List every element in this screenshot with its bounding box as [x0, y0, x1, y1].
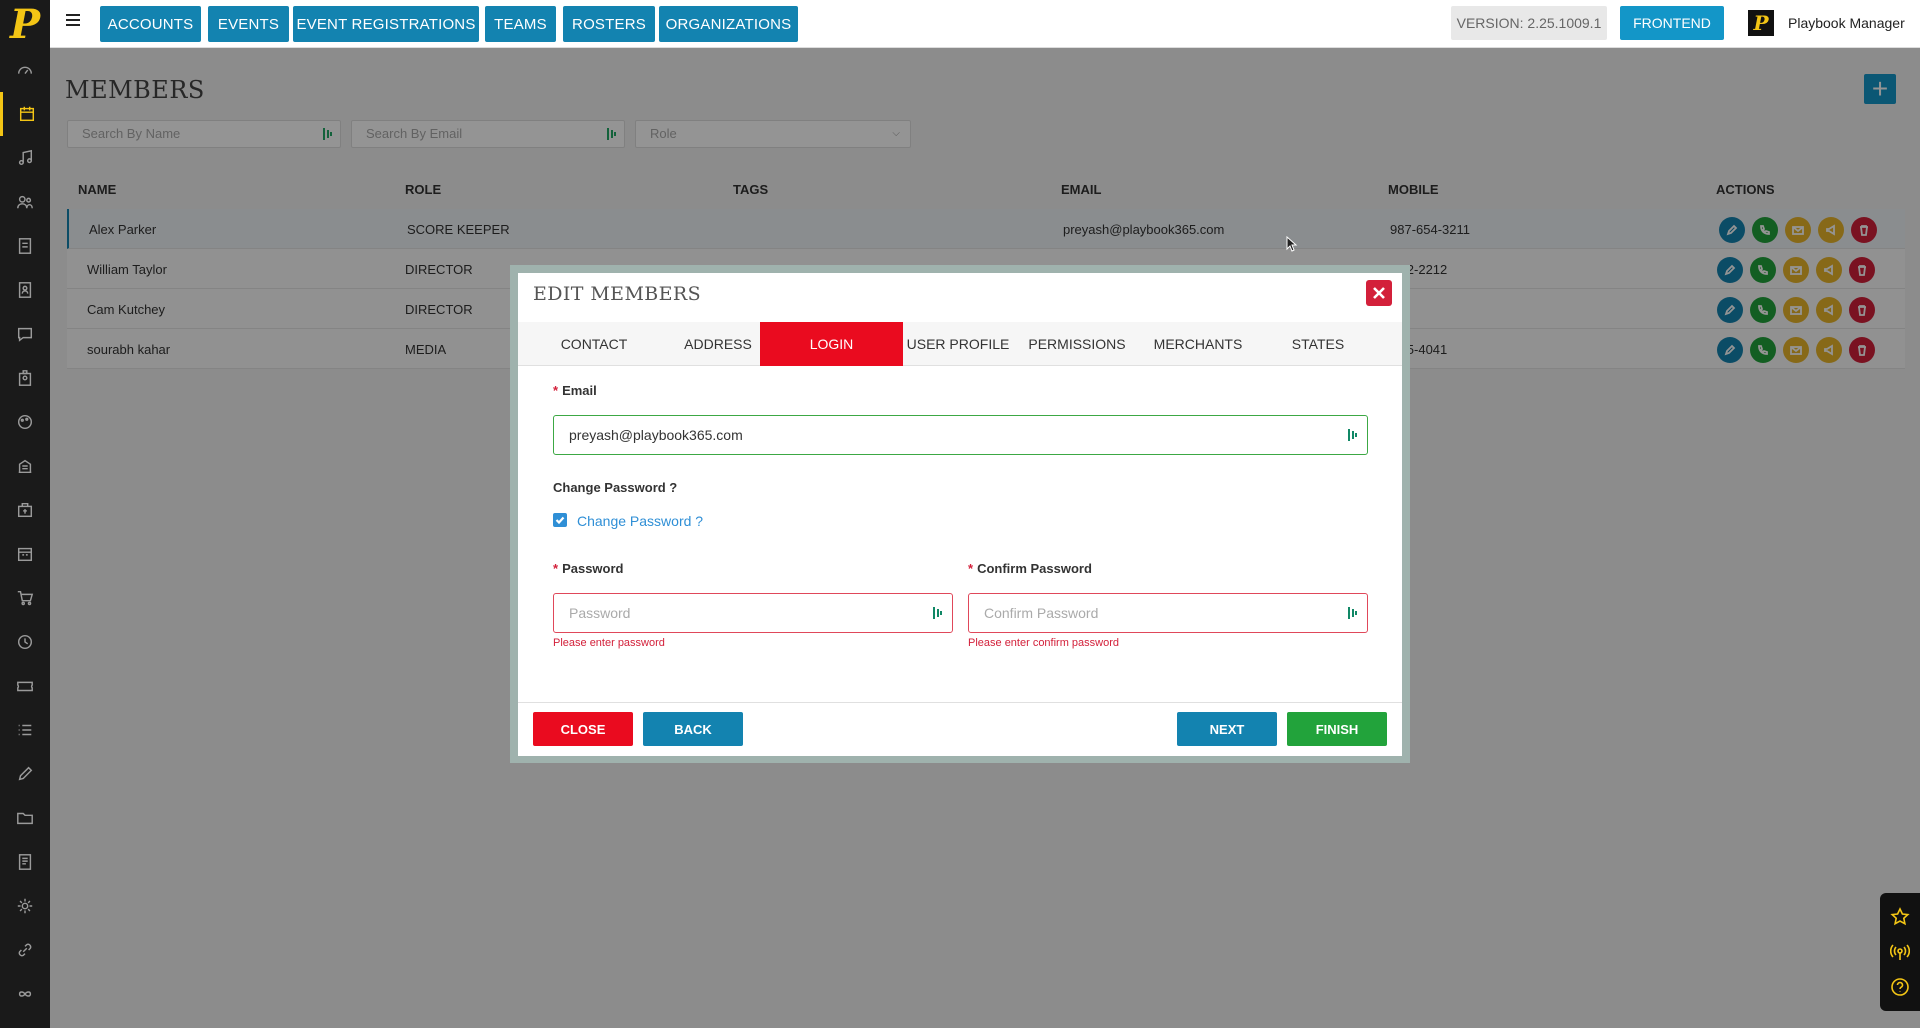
tab-permissions[interactable]: PERMISSIONS — [1018, 322, 1136, 366]
floating-help-bar — [1880, 893, 1920, 1011]
nav-teams[interactable]: TEAMS — [485, 6, 556, 42]
modal-title: EDIT MEMBERS — [533, 283, 702, 305]
menu-icon[interactable] — [66, 14, 80, 28]
user-menu[interactable]: P Playbook Manager — [1748, 10, 1905, 36]
password-label: * Password — [553, 561, 624, 576]
chat-icon[interactable] — [0, 312, 50, 356]
document-icon[interactable] — [0, 224, 50, 268]
clock-icon[interactable] — [0, 620, 50, 664]
email-field[interactable]: preyash@playbook365.com — [553, 415, 1368, 455]
tab-user-profile[interactable]: USER PROFILE — [903, 322, 1013, 366]
left-sidebar: P — [0, 0, 50, 1028]
palette-icon[interactable] — [0, 400, 50, 444]
folder-icon[interactable] — [0, 796, 50, 840]
modal-tabs: CONTACT ADDRESS LOGIN USER PROFILE PERMI… — [518, 322, 1402, 366]
tab-login[interactable]: LOGIN — [760, 322, 903, 366]
nav-events[interactable]: EVENTS — [208, 6, 289, 42]
nav-accounts[interactable]: ACCOUNTS — [100, 6, 201, 42]
help-icon[interactable] — [1890, 977, 1910, 997]
edit-members-modal: EDIT MEMBERS CONTACT ADDRESS LOGIN USER … — [518, 273, 1402, 756]
user-name: Playbook Manager — [1788, 15, 1905, 31]
list-icon[interactable] — [0, 708, 50, 752]
dashboard-icon[interactable] — [0, 48, 50, 92]
ticket-icon[interactable] — [0, 664, 50, 708]
tab-merchants[interactable]: MERCHANTS — [1143, 322, 1253, 366]
finish-button[interactable]: FINISH — [1287, 712, 1387, 746]
keyboard-icon — [933, 607, 942, 619]
close-button[interactable]: CLOSE — [533, 712, 633, 746]
tab-states[interactable]: STATES — [1263, 322, 1373, 366]
briefcase-icon[interactable] — [0, 488, 50, 532]
infinity-icon[interactable] — [0, 972, 50, 1016]
calendar-icon[interactable] — [0, 92, 50, 136]
password-field[interactable]: Password — [553, 593, 953, 633]
music-icon[interactable] — [0, 136, 50, 180]
nav-event-registrations[interactable]: EVENT REGISTRATIONS — [293, 6, 479, 42]
next-button[interactable]: NEXT — [1177, 712, 1277, 746]
confirm-password-label: * Confirm Password — [968, 561, 1092, 576]
change-password-heading: Change Password ? — [553, 480, 678, 495]
schedule-icon[interactable] — [0, 532, 50, 576]
sidebar-icons — [0, 48, 50, 1016]
password-error: Please enter password — [553, 637, 665, 649]
link-icon[interactable] — [0, 928, 50, 972]
users-icon[interactable] — [0, 180, 50, 224]
report-icon[interactable] — [0, 840, 50, 884]
confirm-password-error: Please enter confirm password — [968, 637, 1120, 649]
change-password-checkbox-label[interactable]: Change Password ? — [577, 513, 703, 529]
email-value: preyash@playbook365.com — [569, 427, 743, 443]
nav-organizations[interactable]: ORGANIZATIONS — [659, 6, 798, 42]
badge-icon[interactable] — [0, 356, 50, 400]
change-password-checkbox[interactable] — [553, 513, 567, 527]
close-icon[interactable] — [1366, 280, 1392, 306]
cart-icon[interactable] — [0, 576, 50, 620]
back-button[interactable]: BACK — [643, 712, 743, 746]
app-logo[interactable]: P — [0, 0, 50, 48]
top-navbar: ACCOUNTS EVENTS EVENT REGISTRATIONS TEAM… — [50, 0, 1920, 48]
building-icon[interactable] — [0, 444, 50, 488]
pencil-icon[interactable] — [0, 752, 50, 796]
confirm-password-field[interactable]: Confirm Password — [968, 593, 1368, 633]
version-badge: VERSION: 2.25.1009.1 — [1451, 6, 1607, 40]
broadcast-icon[interactable] — [1890, 942, 1910, 962]
check-icon — [555, 516, 565, 525]
nav-rosters[interactable]: ROSTERS — [563, 6, 655, 42]
keyboard-icon — [1348, 607, 1357, 619]
mouse-cursor-icon — [1286, 236, 1298, 252]
user-logo: P — [1748, 10, 1774, 36]
confirm-password-placeholder: Confirm Password — [984, 605, 1099, 621]
password-placeholder: Password — [569, 605, 631, 621]
keyboard-icon — [1348, 429, 1357, 441]
frontend-button[interactable]: FRONTEND — [1620, 6, 1724, 40]
settings-icon[interactable] — [0, 884, 50, 928]
tab-contact[interactable]: CONTACT — [532, 322, 656, 366]
modal-footer: CLOSE BACK NEXT FINISH — [518, 702, 1402, 756]
email-label: * Email — [553, 383, 597, 398]
contacts-icon[interactable] — [0, 268, 50, 312]
star-icon[interactable] — [1890, 906, 1910, 927]
